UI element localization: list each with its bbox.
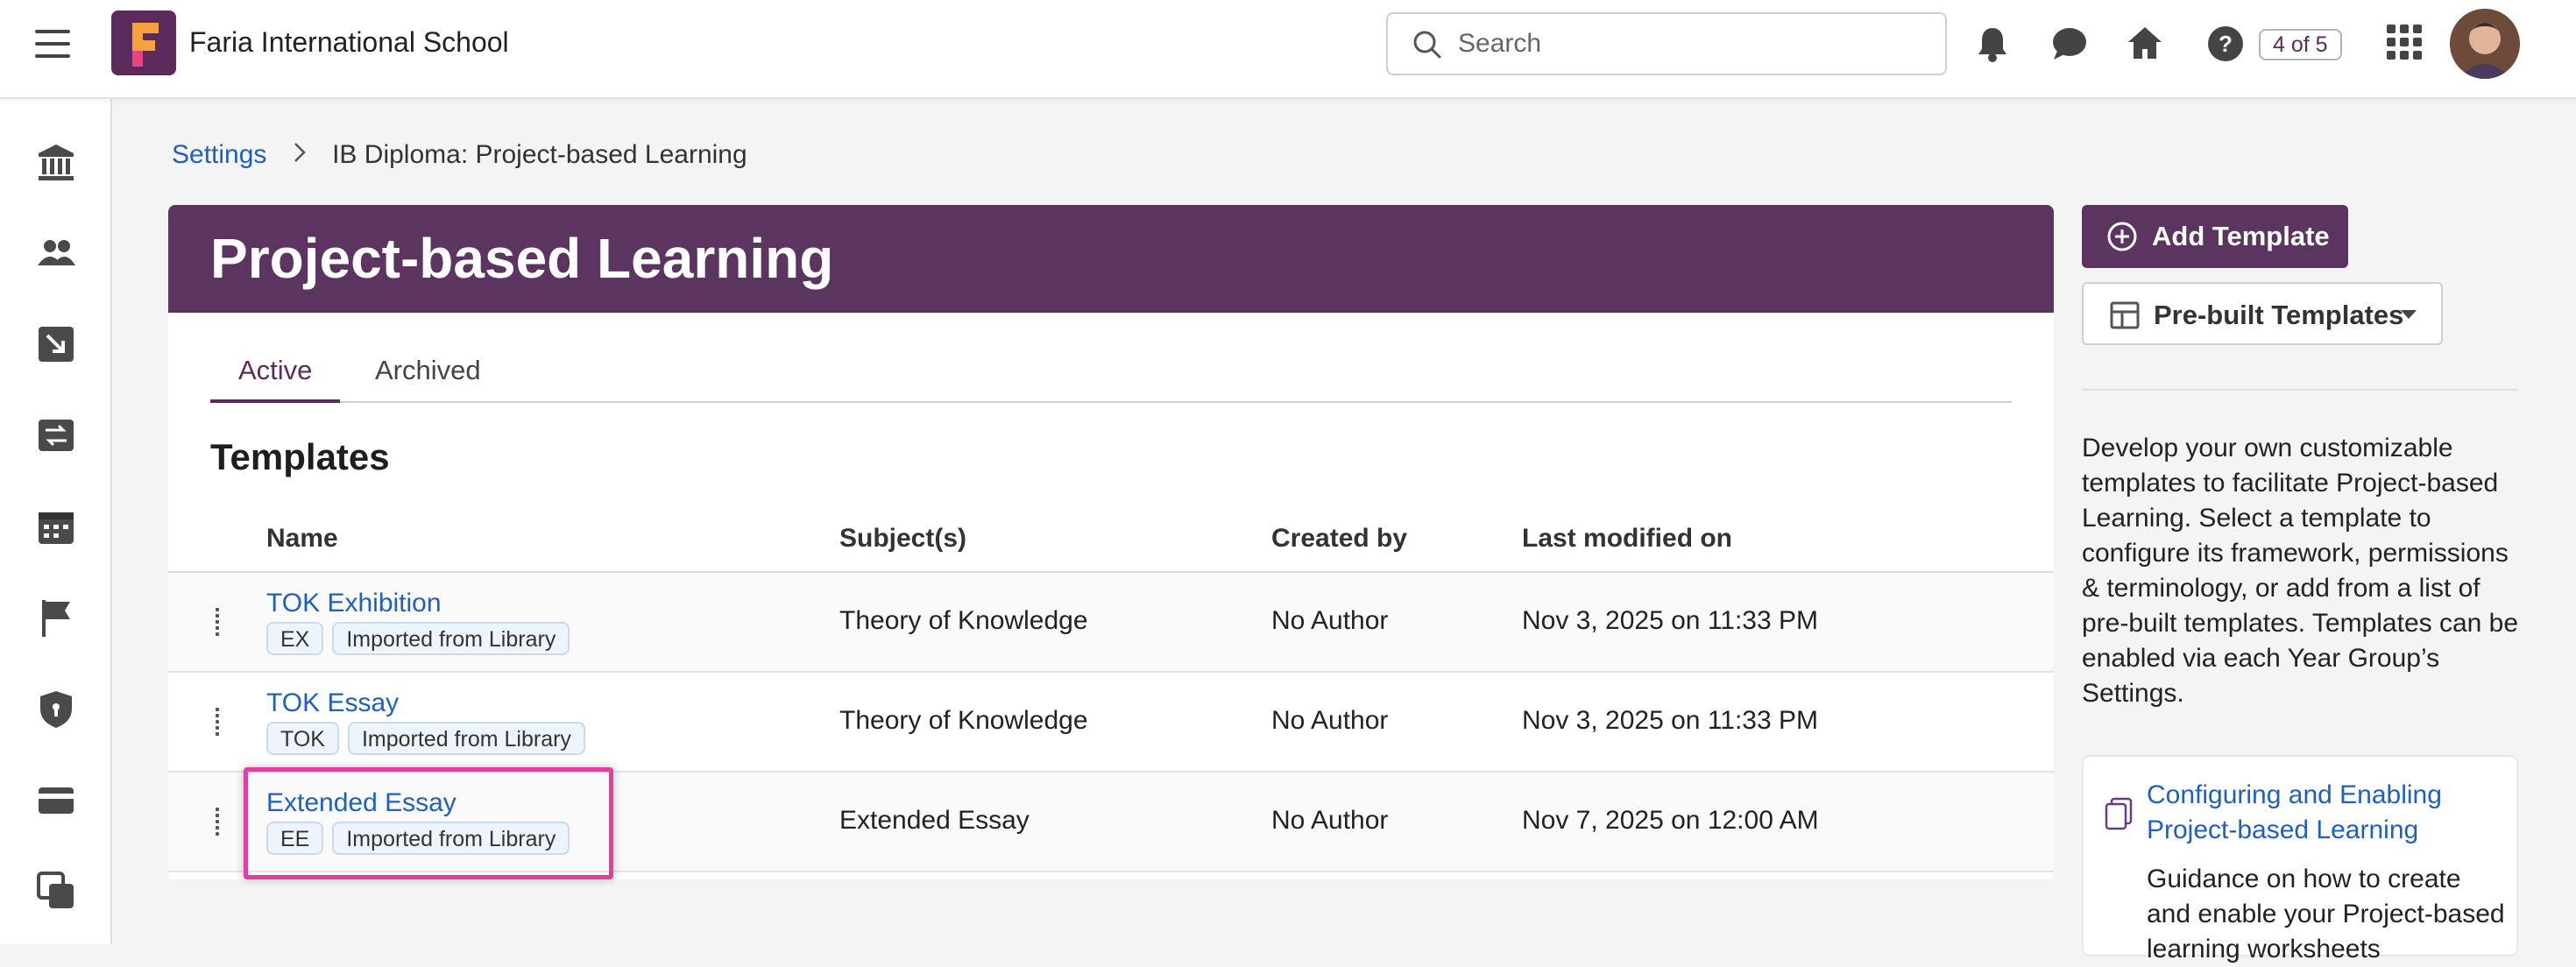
table-header: Name Subject(s) Created by Last modified… xyxy=(168,503,2054,573)
template-name-link[interactable]: TOK Essay xyxy=(266,688,399,718)
tag-group: EE Imported from Library xyxy=(266,822,570,855)
search-input[interactable] xyxy=(1456,26,1929,61)
top-bar: Faria International School ? 4 of 5 xyxy=(0,0,2576,99)
drag-handle-icon[interactable] xyxy=(216,608,226,636)
import-icon[interactable] xyxy=(35,323,77,365)
table-row: Extended Essay EE Imported from Library … xyxy=(168,773,2054,872)
templates-card: Project-based Learning Active Archived T… xyxy=(168,205,2054,879)
table-row: TOK Essay TOK Imported from Library Theo… xyxy=(168,673,2054,773)
table-row: TOK Exhibition EX Imported from Library … xyxy=(168,573,2054,673)
template-name-link[interactable]: Extended Essay xyxy=(266,788,456,818)
guide-card: Configuring and Enabling Project-based L… xyxy=(2082,755,2518,963)
subject-cell: Theory of Knowledge xyxy=(839,606,1088,635)
layout-icon xyxy=(2110,301,2140,329)
column-header-name: Name xyxy=(266,524,338,553)
guide-link[interactable]: Configuring and Enabling Project-based L… xyxy=(2147,778,2506,848)
school-name: Faria International School xyxy=(189,26,509,58)
column-header-created-by: Created by xyxy=(1271,524,1408,553)
chat-icon[interactable] xyxy=(2050,25,2089,63)
tag-group: EX Imported from Library xyxy=(266,622,570,655)
document-icon xyxy=(2105,797,2133,830)
modified-cell: Nov 7, 2025 on 12:00 AM xyxy=(1522,806,1819,835)
code-tag: TOK xyxy=(266,722,339,755)
institution-icon[interactable] xyxy=(35,141,77,183)
created-by-cell: No Author xyxy=(1271,806,1389,835)
plus-circle-icon xyxy=(2107,222,2137,251)
code-tag: EE xyxy=(266,822,324,855)
chevron-right-icon xyxy=(294,140,306,170)
tag-group: TOK Imported from Library xyxy=(266,722,585,755)
search-icon xyxy=(1413,31,1441,59)
tab-archived[interactable]: Archived xyxy=(347,349,509,403)
column-header-modified: Last modified on xyxy=(1522,524,1732,553)
avatar[interactable] xyxy=(2450,9,2520,79)
flag-icon[interactable] xyxy=(35,596,77,639)
menu-icon[interactable] xyxy=(35,30,70,61)
modified-cell: Nov 3, 2025 on 11:33 PM xyxy=(1522,606,1818,635)
bell-icon[interactable] xyxy=(1975,25,2010,63)
templates-table: Name Subject(s) Created by Last modified… xyxy=(168,503,2054,872)
tab-bar: Active Archived xyxy=(210,349,2012,403)
created-by-cell: No Author xyxy=(1271,706,1389,735)
copy-icon[interactable] xyxy=(35,870,77,912)
counter-badge[interactable]: 4 of 5 xyxy=(2259,29,2342,60)
help-icon[interactable]: ? xyxy=(2206,25,2245,63)
modified-cell: Nov 3, 2025 on 11:33 PM xyxy=(1522,706,1818,735)
source-tag: Imported from Library xyxy=(332,622,570,655)
code-tag: EX xyxy=(266,622,324,655)
sync-icon[interactable] xyxy=(35,414,77,456)
school-logo[interactable] xyxy=(111,11,176,75)
people-icon[interactable] xyxy=(35,232,77,274)
caret-down-icon xyxy=(2401,310,2417,319)
source-tag: Imported from Library xyxy=(332,822,570,855)
page-title: Project-based Learning xyxy=(168,205,2054,313)
drag-handle-icon[interactable] xyxy=(216,808,226,836)
home-icon[interactable] xyxy=(2126,25,2164,61)
template-name-link[interactable]: TOK Exhibition xyxy=(266,589,442,618)
section-title: Templates xyxy=(210,436,390,477)
add-template-label: Add Template xyxy=(2152,221,2330,251)
apps-grid-icon[interactable] xyxy=(2387,25,2422,60)
search-box[interactable] xyxy=(1386,12,1947,75)
card-icon[interactable] xyxy=(35,779,77,821)
column-header-subjects: Subject(s) xyxy=(839,524,967,553)
subject-cell: Theory of Knowledge xyxy=(839,706,1088,735)
svg-text:?: ? xyxy=(2219,31,2233,57)
prebuilt-templates-dropdown[interactable]: Pre-built Templates xyxy=(2082,282,2443,345)
tab-active[interactable]: Active xyxy=(210,349,341,403)
prebuilt-templates-label: Pre-built Templates xyxy=(2154,300,2404,330)
shield-icon[interactable] xyxy=(35,688,77,730)
sidebar xyxy=(0,99,112,944)
created-by-cell: No Author xyxy=(1271,606,1389,635)
breadcrumb-settings-link[interactable]: Settings xyxy=(172,140,266,169)
drag-handle-icon[interactable] xyxy=(216,708,226,736)
divider xyxy=(2082,389,2518,391)
breadcrumb-current: IB Diploma: Project-based Learning xyxy=(332,140,747,169)
subject-cell: Extended Essay xyxy=(839,806,1030,835)
add-template-button[interactable]: Add Template xyxy=(2082,205,2348,268)
calendar-icon[interactable] xyxy=(35,505,77,547)
source-tag: Imported from Library xyxy=(347,722,585,755)
guide-description: Guidance on how to create and enable you… xyxy=(2147,865,2505,963)
breadcrumb: Settings IB Diploma: Project-based Learn… xyxy=(172,140,747,170)
help-text: Develop your own customizable templates … xyxy=(2082,434,2519,708)
